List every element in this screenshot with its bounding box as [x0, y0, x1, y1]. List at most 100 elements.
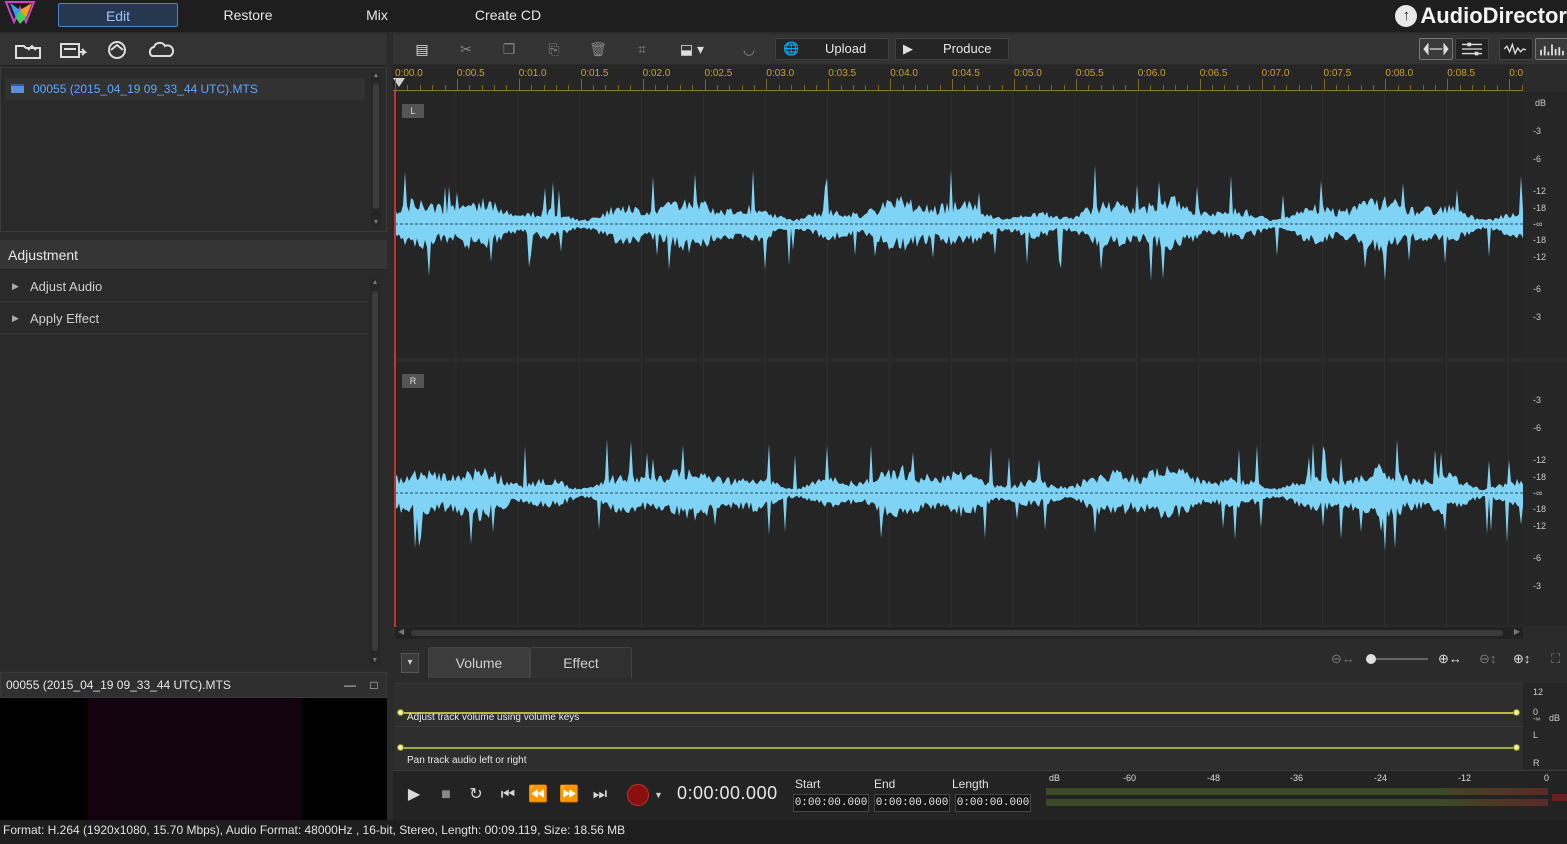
ruler-tick: [964, 85, 966, 90]
timeline-scrollbar[interactable]: ◀ ▶: [395, 627, 1523, 639]
sync-icon[interactable]: [102, 40, 132, 60]
waveform-view-icon[interactable]: [1499, 38, 1533, 60]
db-label: -12: [1533, 186, 1547, 196]
scroll-up-arrow-icon[interactable]: ▲: [371, 72, 381, 80]
tab-create-cd[interactable]: Create CD: [466, 3, 550, 27]
library-scrollbar[interactable]: ▲ ▼: [371, 72, 381, 227]
db-label: -3: [1533, 312, 1542, 322]
brand-name: AudioDirector: [1420, 3, 1567, 28]
go-to-end-button[interactable]: ⏭: [589, 784, 611, 806]
ruler-tick-label: 0:06.5: [1199, 68, 1228, 79]
upload-button[interactable]: 🌐 Upload: [775, 38, 889, 60]
pan-envelope-line[interactable]: [400, 747, 1518, 749]
crop-icon[interactable]: ⌗: [631, 39, 653, 59]
ruler-tick: [1360, 85, 1362, 90]
pan-keyframe-start[interactable]: [397, 744, 404, 751]
volume-scale-top: 12: [1533, 687, 1544, 697]
length-time-field[interactable]: 0:00:00.000: [955, 794, 1031, 812]
playhead-line[interactable]: [394, 91, 396, 627]
denoise-icon[interactable]: ◡: [735, 39, 763, 59]
tab-mix[interactable]: Mix: [350, 3, 404, 27]
scroll-thumb[interactable]: [411, 630, 1503, 636]
volume-keyframe-end[interactable]: [1513, 709, 1520, 716]
top-bar: Edit Restore Mix Create CD ↑ AudioDirect…: [0, 0, 1567, 32]
fast-forward-button[interactable]: ⏩: [558, 784, 580, 806]
minimize-button[interactable]: —: [342, 673, 358, 697]
maximize-button[interactable]: □: [366, 673, 382, 697]
import-media-icon[interactable]: [14, 40, 44, 60]
ruler-tick: [1075, 79, 1077, 90]
scroll-down-arrow-icon[interactable]: ▼: [370, 657, 380, 665]
ruler-tick: [1224, 85, 1226, 90]
ruler-tick: [1298, 85, 1300, 90]
end-time-field[interactable]: 0:00:00.000: [874, 794, 950, 812]
zoom-slider-track[interactable]: [1368, 658, 1428, 660]
loop-button[interactable]: ↻: [465, 784, 487, 806]
video-frame: [88, 698, 302, 820]
adjust-audio-item[interactable]: ▶ Adjust Audio: [0, 271, 368, 302]
volume-keyframe-start[interactable]: [397, 709, 404, 716]
zoom-fit-icon[interactable]: ⛶: [1551, 651, 1560, 671]
start-time-field[interactable]: 0:00:00.000: [793, 794, 869, 812]
spectrum-view-icon[interactable]: [1535, 38, 1567, 60]
produce-button[interactable]: ▶ Produce: [895, 38, 1009, 60]
channel-left[interactable]: L: [395, 92, 1523, 358]
tab-restore[interactable]: Restore: [210, 3, 286, 27]
tab-edit[interactable]: Edit: [58, 3, 178, 27]
scroll-thumb[interactable]: [373, 84, 379, 209]
adjustment-scrollbar[interactable]: ▲ ▼: [370, 279, 380, 665]
zoom-in-vertical-icon[interactable]: ⊕↕: [1513, 651, 1530, 671]
db-label: -3: [1533, 581, 1542, 591]
new-file-icon[interactable]: ▤: [411, 39, 433, 59]
ruler-tick: [518, 79, 520, 90]
produce-label: Produce: [943, 41, 992, 56]
stop-button[interactable]: ■: [435, 784, 457, 806]
scroll-up-arrow-icon[interactable]: ▲: [370, 279, 380, 287]
play-button[interactable]: ▶: [403, 784, 425, 806]
scroll-right-arrow-icon[interactable]: ▶: [1514, 627, 1520, 636]
insert-marker-icon[interactable]: ⬓ ▾: [675, 39, 709, 59]
ruler-tick: [1397, 85, 1399, 90]
brand[interactable]: ↑ AudioDirector: [1395, 2, 1567, 30]
paste-icon[interactable]: ⎘: [543, 39, 565, 59]
stereo-view-icon[interactable]: [1419, 38, 1453, 60]
library-file-item[interactable]: 00055 (2015_04_19 09_33_44 UTC).MTS: [5, 78, 365, 100]
zoom-in-horizontal-icon[interactable]: ⊕↔: [1438, 651, 1462, 671]
scroll-left-arrow-icon[interactable]: ◀: [398, 627, 404, 636]
scroll-thumb[interactable]: [372, 291, 378, 651]
lane-divider: [395, 726, 1523, 727]
channel-right[interactable]: R: [395, 362, 1523, 626]
cut-icon[interactable]: ✂: [455, 39, 477, 59]
ruler-tick: [617, 85, 619, 90]
ruler-tick: [1026, 85, 1028, 90]
go-to-start-button[interactable]: ⏮: [497, 784, 519, 806]
cloud-icon[interactable]: [146, 40, 176, 60]
copy-icon[interactable]: ❐: [498, 39, 520, 59]
library-file-name: 00055 (2015_04_19 09_33_44 UTC).MTS: [33, 82, 258, 96]
scroll-down-arrow-icon[interactable]: ▼: [371, 219, 381, 227]
timeline-ruler[interactable]: 0:00.0 0:00.5 0:01.0 0:01.5 0:02.0 0:02.5 0:03…: [393, 65, 1523, 91]
collapse-lanes-button[interactable]: ▾: [401, 653, 419, 673]
ruler-tick: [976, 85, 978, 90]
rewind-button[interactable]: ⏪: [527, 784, 549, 806]
pan-keyframe-end[interactable]: [1513, 744, 1520, 751]
apply-effect-item[interactable]: ▶ Apply Effect: [0, 303, 368, 334]
upgrade-arrow-icon: ↑: [1395, 5, 1418, 27]
ruler-tick: [1137, 79, 1139, 90]
track-view-icon[interactable]: [1455, 38, 1489, 60]
meter-label: 0: [1544, 773, 1550, 783]
tab-effect[interactable]: Effect: [530, 647, 632, 678]
delete-icon[interactable]: 🗑: [587, 39, 609, 59]
ruler-tick: [580, 79, 582, 90]
video-preview[interactable]: [0, 698, 387, 820]
zoom-slider-thumb[interactable]: [1366, 654, 1376, 664]
zoom-out-vertical-icon[interactable]: ⊖↕: [1479, 651, 1496, 671]
zoom-out-horizontal-icon[interactable]: ⊖↔: [1331, 651, 1355, 671]
editor-toolbar: ▤ ✂ ❐ ⎘ 🗑 ⌗ ⬓ ▾ ◡ 🌐 Upload ▶ Produce: [393, 34, 1567, 64]
ruler-tick: [568, 85, 570, 90]
tab-volume[interactable]: Volume: [428, 647, 530, 678]
export-library-icon[interactable]: [58, 40, 88, 60]
record-button[interactable]: [627, 784, 649, 806]
ruler-tick: [1286, 85, 1288, 90]
record-options-dropdown[interactable]: ▼: [654, 784, 664, 806]
